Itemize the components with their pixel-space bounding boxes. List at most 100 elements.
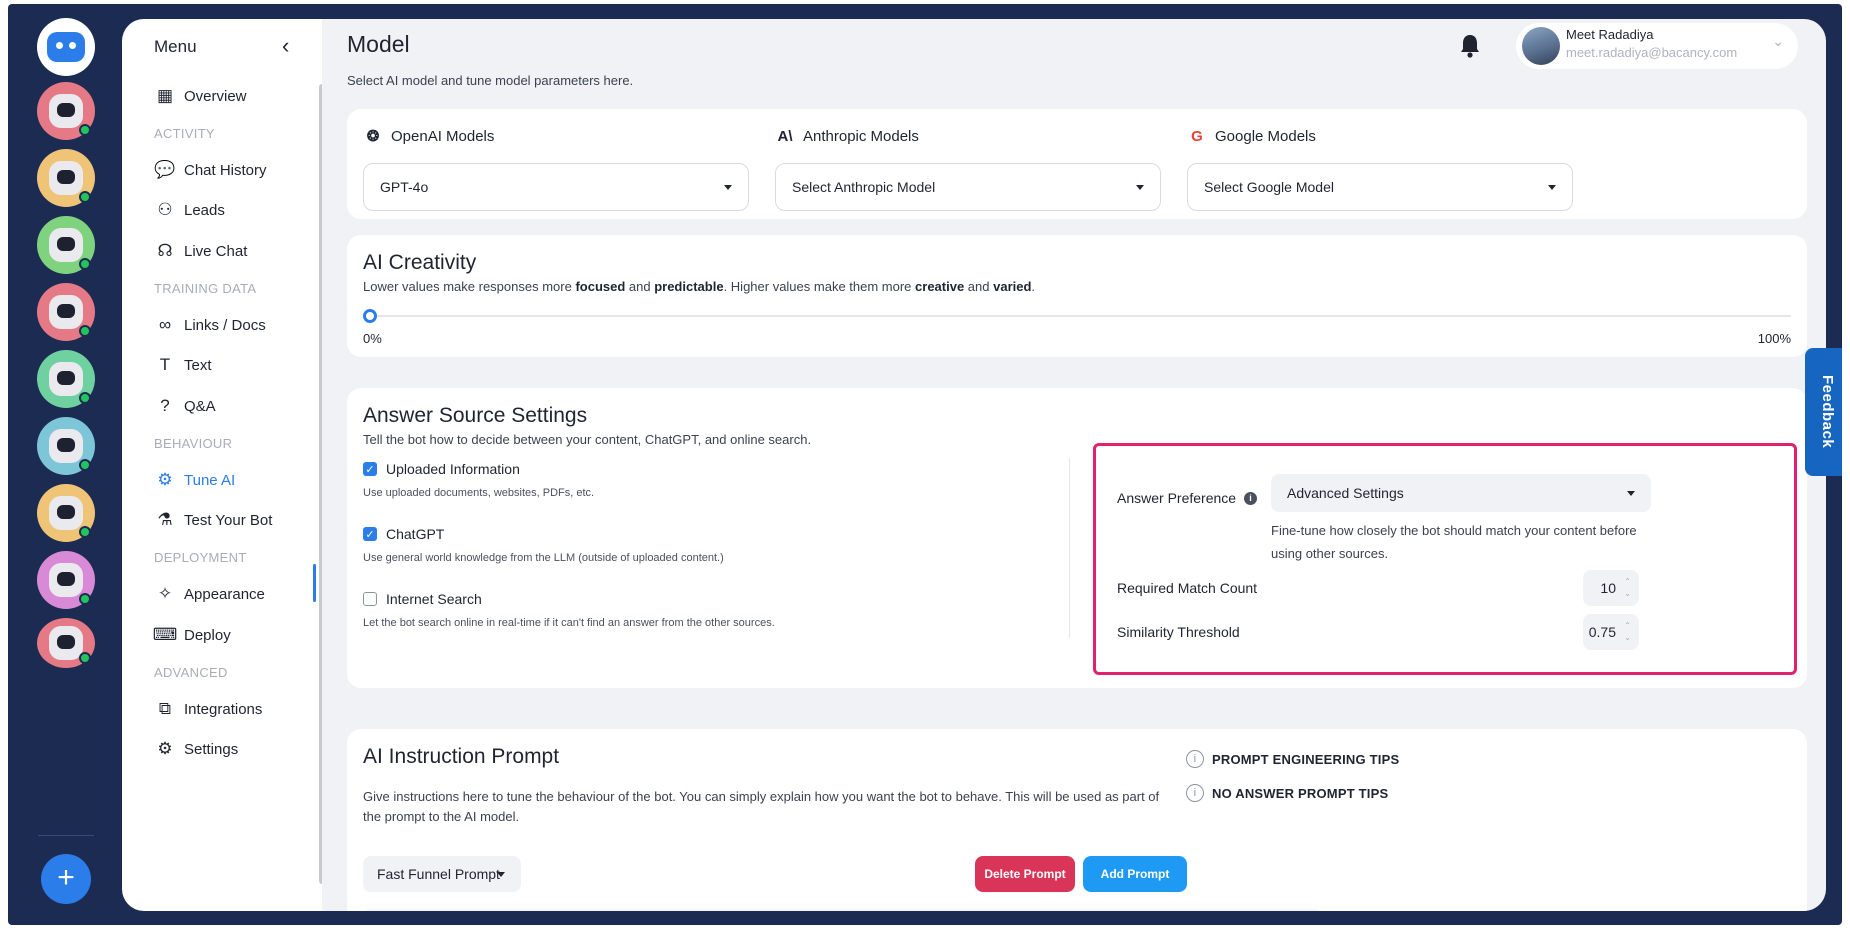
caret-down-icon xyxy=(724,185,732,190)
answer-preference-select[interactable]: Advanced Settings xyxy=(1271,474,1651,512)
active-indicator xyxy=(313,564,316,602)
bot-avatar[interactable] xyxy=(37,350,95,408)
slider-min-label: 0% xyxy=(363,331,382,346)
sidebar-item-settings[interactable]: ⚙ Settings xyxy=(154,738,238,760)
bot-avatar[interactable] xyxy=(37,216,95,274)
bot-rail: + xyxy=(8,4,128,925)
internet-search-desc: Let the bot search online in real-time i… xyxy=(363,617,775,629)
sidebar-item-appearance[interactable]: ✧ Appearance xyxy=(154,583,265,605)
bot-avatar[interactable] xyxy=(37,82,95,140)
stepper-arrows-icon[interactable]: ⌃ ⌄ xyxy=(1624,576,1631,600)
sidebar-item-deploy[interactable]: ⌨ Deploy xyxy=(153,624,231,646)
section-training-data: TRAINING DATA xyxy=(154,281,257,296)
uploaded-information-checkbox[interactable]: ✓ Uploaded Information xyxy=(363,461,520,477)
creativity-description: Lower values make responses more focused… xyxy=(363,279,1036,294)
page-title: Model xyxy=(347,31,410,57)
caret-down-icon xyxy=(497,872,505,877)
text-icon: T xyxy=(159,355,171,374)
section-behaviour: BEHAVIOUR xyxy=(154,436,233,451)
prompt-engineering-tips-link[interactable]: i PROMPT ENGINEERING TIPS xyxy=(1186,750,1399,768)
robot-icon xyxy=(49,429,83,463)
avatar xyxy=(1522,27,1560,65)
bot-avatar[interactable] xyxy=(37,618,95,668)
match-count-stepper[interactable]: 10 ⌃ ⌄ xyxy=(1583,570,1639,606)
integrations-icon: ⧉ xyxy=(158,699,172,718)
info-icon: i xyxy=(1186,784,1204,802)
no-answer-prompt-tips-link[interactable]: i NO ANSWER PROMPT TIPS xyxy=(1186,784,1388,802)
sidebar-item-leads[interactable]: ⚇ Leads xyxy=(154,199,225,221)
bot-logo-icon xyxy=(47,32,85,62)
qa-icon: ? xyxy=(160,396,170,415)
add-prompt-button[interactable]: Add Prompt xyxy=(1083,856,1187,892)
sidebar-item-chat-history[interactable]: 💬 Chat History xyxy=(154,159,266,181)
openai-model-select[interactable]: GPT-4o xyxy=(363,163,749,211)
bot-avatar[interactable] xyxy=(37,417,95,475)
robot-icon xyxy=(49,161,83,195)
online-status-dot xyxy=(79,124,91,136)
rail-divider xyxy=(38,835,94,836)
creativity-slider-track[interactable] xyxy=(363,315,1791,317)
add-bot-button[interactable]: + xyxy=(41,854,91,904)
chatgpt-desc: Use general world knowledge from the LLM… xyxy=(363,552,724,564)
openai-label: OpenAI Models xyxy=(391,127,495,145)
openai-model-group: ❂ OpenAI Models GPT-4o xyxy=(363,124,749,211)
caret-down-icon xyxy=(1548,185,1556,190)
online-status-dot xyxy=(79,652,91,664)
creativity-card: AI Creativity Lower values make response… xyxy=(347,235,1807,357)
stepper-arrows-icon[interactable]: ⌃ ⌄ xyxy=(1624,620,1631,644)
checkbox-unchecked-icon xyxy=(363,592,377,606)
flask-icon: ⚗ xyxy=(157,510,173,529)
bell-icon[interactable] xyxy=(1459,33,1481,59)
sidebar-item-live-chat[interactable]: ☊ Live Chat xyxy=(154,240,247,262)
creativity-slider-handle[interactable] xyxy=(363,309,377,323)
sidebar-item-tune-ai[interactable]: ⚙ Tune AI xyxy=(154,469,235,491)
online-status-dot xyxy=(79,392,91,404)
prompt-editor[interactable] xyxy=(363,909,1323,911)
robot-icon xyxy=(49,626,83,660)
sidebar-item-qa[interactable]: ? Q&A xyxy=(154,395,215,417)
robot-icon xyxy=(49,295,83,329)
bot-avatar[interactable] xyxy=(37,551,95,609)
section-advanced: ADVANCED xyxy=(154,665,228,680)
models-card: ❂ OpenAI Models GPT-4o A\ Anthropic Mode… xyxy=(347,109,1807,219)
sidebar-item-test-your-bot[interactable]: ⚗ Test Your Bot xyxy=(154,509,272,531)
app-logo[interactable] xyxy=(37,18,95,76)
match-count-label: Required Match Count xyxy=(1117,580,1258,596)
sidebar-item-integrations[interactable]: ⧉ Integrations xyxy=(154,698,262,720)
collapse-menu-icon[interactable]: ‹ xyxy=(282,33,289,59)
similarity-threshold-stepper[interactable]: 0.75 ⌃ ⌄ xyxy=(1583,614,1639,650)
chatgpt-checkbox[interactable]: ✓ ChatGPT xyxy=(363,526,444,542)
sidebar-item-text[interactable]: T Text xyxy=(154,354,212,376)
magic-wand-icon: ✧ xyxy=(157,584,173,603)
internet-search-checkbox[interactable]: Internet Search xyxy=(363,591,482,607)
slider-max-label: 100% xyxy=(1757,331,1791,346)
google-model-select[interactable]: Select Google Model xyxy=(1187,163,1573,211)
answer-source-card: Answer Source Settings Tell the bot how … xyxy=(347,388,1807,688)
bot-avatar[interactable] xyxy=(37,283,95,341)
google-label: Google Models xyxy=(1215,127,1316,145)
checkbox-checked-icon: ✓ xyxy=(363,462,377,476)
bot-avatar[interactable] xyxy=(37,484,95,542)
google-icon: G xyxy=(1191,127,1203,145)
delete-prompt-button[interactable]: Delete Prompt xyxy=(975,856,1075,892)
uploaded-information-desc: Use uploaded documents, websites, PDFs, … xyxy=(363,487,595,499)
anthropic-label: Anthropic Models xyxy=(803,127,919,145)
chevron-down-icon: ⌄ xyxy=(1772,33,1784,49)
anthropic-model-select[interactable]: Select Anthropic Model xyxy=(775,163,1161,211)
prompt-select[interactable]: Fast Funnel Prompt xyxy=(363,856,521,892)
bot-avatar[interactable] xyxy=(37,149,95,207)
menu-title: Menu xyxy=(154,37,197,56)
app-frame: + Menu ‹ ▦ Overview ACTIVITY 💬 Chat Histor… xyxy=(8,4,1842,925)
user-menu[interactable]: Meet Radadiya meet.radadiya@bacancy.com … xyxy=(1516,23,1798,69)
feedback-tab[interactable]: Feedback xyxy=(1805,348,1842,476)
grid-icon: ▦ xyxy=(156,86,174,105)
google-model-group: G Google Models Select Google Model xyxy=(1187,124,1573,211)
online-status-dot xyxy=(79,258,91,270)
info-icon[interactable]: i xyxy=(1244,491,1258,505)
online-status-dot xyxy=(79,191,91,203)
instruction-title: AI Instruction Prompt xyxy=(363,745,560,768)
sidebar-item-overview[interactable]: ▦ Overview xyxy=(154,85,247,107)
sidebar-item-links-docs[interactable]: ∞ Links / Docs xyxy=(154,314,266,336)
online-status-dot xyxy=(79,526,91,538)
robot-icon xyxy=(49,94,83,128)
